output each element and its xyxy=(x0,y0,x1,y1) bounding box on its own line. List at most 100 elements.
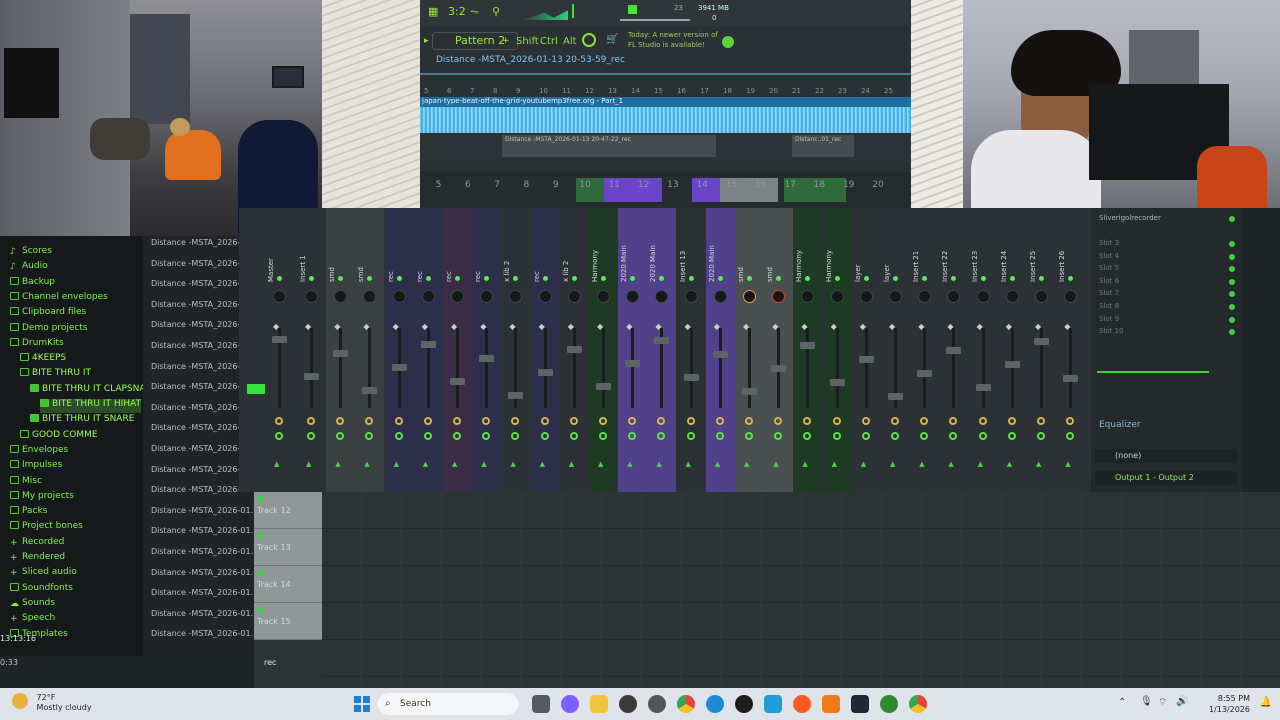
browser-item[interactable]: ♪ Scores xyxy=(10,246,52,260)
browser-item[interactable]: Project bones xyxy=(10,521,83,535)
volume-fader[interactable] xyxy=(362,387,378,394)
insert-number[interactable]: 7 xyxy=(483,180,512,190)
mute-led[interactable] xyxy=(688,276,694,281)
insert-number[interactable]: 13 xyxy=(658,180,687,190)
volume-fader[interactable] xyxy=(420,341,436,348)
fader-track[interactable] xyxy=(368,328,372,408)
mixer-strip[interactable]: Insert 1 ◆ ▲ xyxy=(297,208,326,492)
fader-track[interactable] xyxy=(631,328,635,408)
effect-slot[interactable]: Slot 5 xyxy=(1099,264,1119,276)
browser-item[interactable]: BITE THRU IT xyxy=(20,368,91,382)
pan-knob[interactable] xyxy=(947,290,961,303)
send-switch[interactable] xyxy=(774,432,783,440)
browser-item[interactable]: Channel envelopes xyxy=(10,291,108,306)
slot-led[interactable] xyxy=(1229,316,1235,323)
fader-track[interactable] xyxy=(923,328,927,408)
mixer-strip[interactable]: smd ◆ ▲ xyxy=(764,208,794,492)
pan-knob[interactable] xyxy=(655,290,669,303)
mixer-strip[interactable]: rec ◆ ▲ xyxy=(384,208,414,492)
effect-slot[interactable]: Slot 6 xyxy=(1099,277,1119,289)
fader-track[interactable] xyxy=(1010,328,1014,408)
route-arrow-icon[interactable]: ▲ xyxy=(1007,460,1012,468)
send-switch[interactable] xyxy=(861,432,870,440)
route-arrow-icon[interactable]: ▲ xyxy=(598,460,603,468)
alt-key[interactable]: Alt xyxy=(563,36,577,47)
volume-fader[interactable] xyxy=(683,374,699,381)
fader-track[interactable] xyxy=(310,328,313,408)
route-arrow-icon[interactable]: ▲ xyxy=(832,460,837,468)
track-led[interactable] xyxy=(257,496,263,502)
tray-clock[interactable]: 8:55 PM 1/13/2026 xyxy=(1209,693,1250,715)
mute-led[interactable] xyxy=(601,276,606,281)
mute-led[interactable] xyxy=(1009,276,1015,281)
pan-knob[interactable] xyxy=(451,290,464,303)
insert-number[interactable]: 20 xyxy=(864,180,893,190)
brave-icon[interactable] xyxy=(793,695,811,713)
taskbar-search[interactable]: ⌕ Search xyxy=(378,693,518,715)
pan-knob[interactable] xyxy=(772,290,786,303)
browser-item[interactable]: Demo projects xyxy=(10,322,88,337)
ctrl-key[interactable]: Ctrl xyxy=(540,36,558,47)
insert-number[interactable]: 5 xyxy=(424,180,453,190)
wave-icon[interactable]: ⏦ xyxy=(470,5,486,19)
route-arrow-icon[interactable]: ▲ xyxy=(744,460,749,468)
pan-knob[interactable] xyxy=(1064,290,1078,303)
browser-item[interactable]: ♪ Audio xyxy=(10,261,48,275)
effect-slot[interactable]: Slot 9 xyxy=(1099,315,1119,327)
route-arrow-icon[interactable]: ▲ xyxy=(890,460,895,468)
route-knob[interactable] xyxy=(540,417,549,425)
browser-item[interactable]: + Rendered xyxy=(10,552,65,566)
mixer-strip[interactable]: Insert 23 ◆ ▲ xyxy=(969,208,998,492)
add-pattern-icon[interactable]: + xyxy=(502,36,510,46)
route-knob[interactable] xyxy=(423,417,432,425)
route-knob[interactable] xyxy=(715,417,724,425)
browser-item[interactable]: 4KEEPS xyxy=(20,353,66,367)
volume-fader[interactable] xyxy=(333,350,349,357)
mixer-strip[interactable]: x lib 2 ◆ ▲ xyxy=(559,208,589,492)
fader-track[interactable] xyxy=(748,328,751,408)
volume-fader[interactable] xyxy=(450,378,465,385)
mixer-strip[interactable]: layer ◆ ▲ xyxy=(881,208,910,492)
route-arrow-icon[interactable]: ▲ xyxy=(274,460,279,468)
mixer-strip[interactable]: Harmony ◆ ▲ xyxy=(589,208,618,492)
pan-knob[interactable] xyxy=(421,290,435,303)
send-switch[interactable] xyxy=(569,432,578,440)
fader-track[interactable] xyxy=(485,328,489,408)
browser-item[interactable]: Packs xyxy=(10,506,47,520)
mixer-strip[interactable]: Insert 22 ◆ ▲ xyxy=(939,208,968,492)
fader-track[interactable] xyxy=(572,328,576,408)
send-switch[interactable] xyxy=(715,432,724,440)
mute-led[interactable] xyxy=(309,276,314,281)
route-arrow-icon[interactable]: ▲ xyxy=(1065,460,1070,468)
track-header[interactable]: Track 15 xyxy=(254,603,322,640)
mixer-strip[interactable]: x lib 2 ◆ ▲ xyxy=(501,208,531,492)
send-switch[interactable] xyxy=(803,432,812,440)
route-arrow-icon[interactable]: ▲ xyxy=(364,460,369,468)
browser-item[interactable]: Impulses xyxy=(10,460,62,474)
clip-row[interactable]: Distance -MSTA_2026-01-13 20-47-22_rec D… xyxy=(420,133,911,161)
route-knob[interactable] xyxy=(1007,417,1016,425)
slot-led[interactable] xyxy=(1229,329,1235,336)
fader-track[interactable] xyxy=(981,328,985,408)
mixer-strip[interactable]: rec ◆ ▲ xyxy=(472,208,502,492)
send-switch[interactable] xyxy=(453,432,461,440)
route-knob[interactable] xyxy=(628,417,637,425)
mute-led[interactable] xyxy=(863,276,869,281)
volume-line[interactable] xyxy=(620,19,690,21)
start-button[interactable] xyxy=(354,696,370,712)
mixer-strip[interactable]: 2020 Main ◆ ▲ xyxy=(705,208,735,492)
pan-knob[interactable] xyxy=(626,290,640,303)
route-knob[interactable] xyxy=(336,417,345,425)
pan-knob[interactable] xyxy=(684,290,698,303)
effect-slot[interactable]: Slot 7 xyxy=(1099,289,1119,301)
mixer-strip[interactable]: rec ◆ ▲ xyxy=(530,208,560,492)
insert-number[interactable]: 8 xyxy=(512,180,541,190)
fader-track[interactable] xyxy=(602,328,605,408)
effect-slot[interactable]: Slot 8 xyxy=(1099,302,1119,314)
route-knob[interactable] xyxy=(1066,417,1075,425)
wifi-icon[interactable]: ⌔ xyxy=(1158,696,1167,709)
fader-track[interactable] xyxy=(835,328,839,408)
volume-icon[interactable]: 🔊 xyxy=(1176,696,1188,707)
photos-icon[interactable] xyxy=(764,695,782,713)
route-knob[interactable] xyxy=(599,417,607,425)
